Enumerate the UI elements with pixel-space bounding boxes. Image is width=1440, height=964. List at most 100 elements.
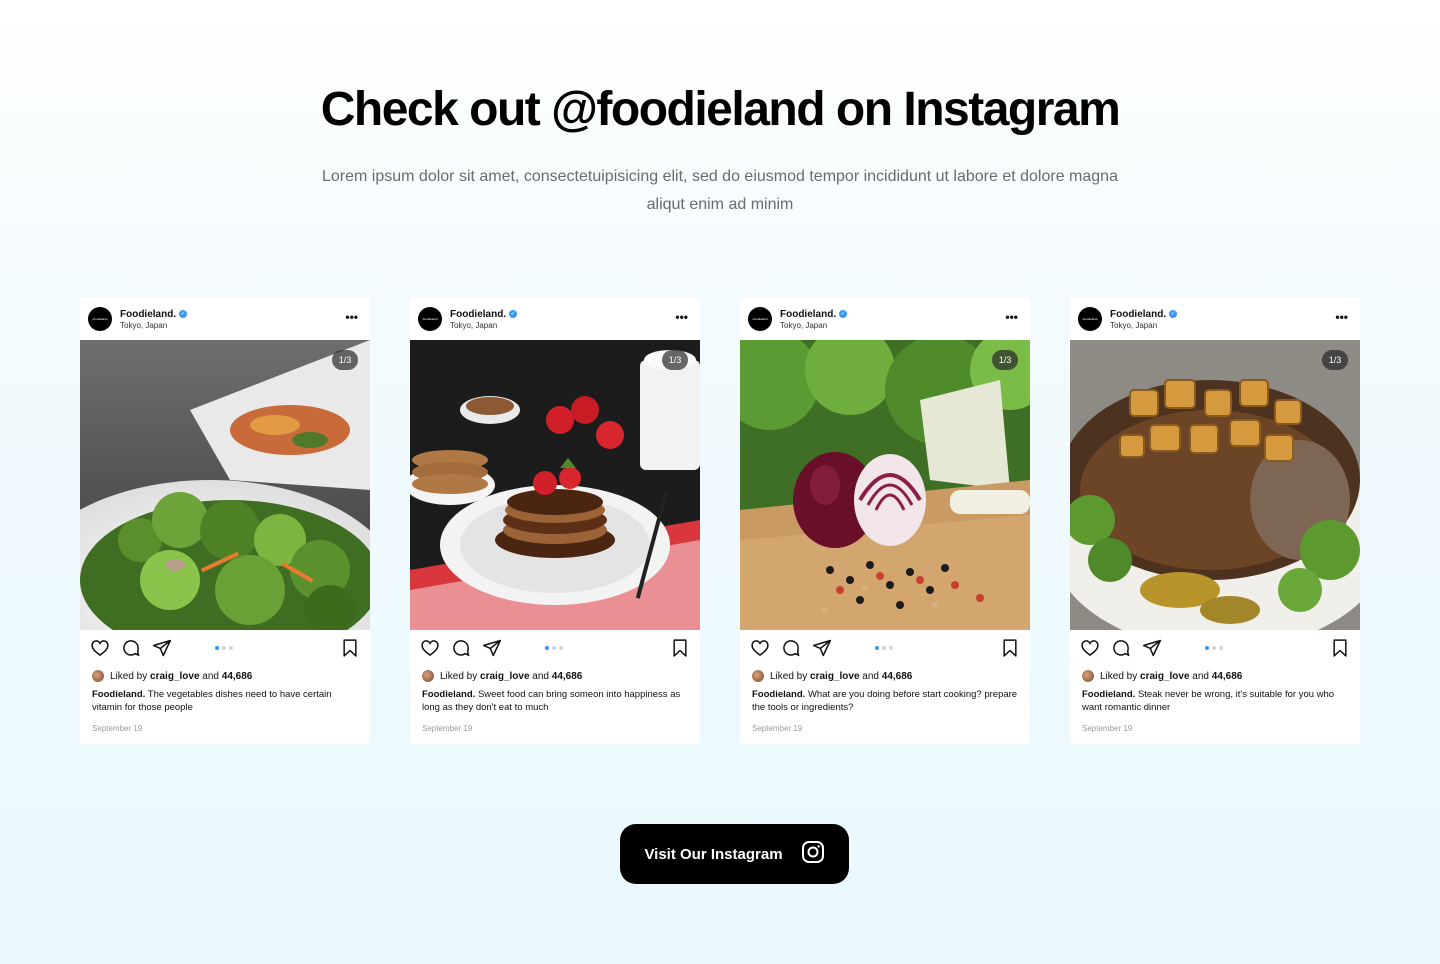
post-photo[interactable]: 1/3 [80, 340, 370, 630]
caption-user[interactable]: Foodieland. [422, 689, 475, 700]
liked-user[interactable]: craig_love [1140, 671, 1189, 682]
post-caption: Foodieland. What are you doing before st… [740, 688, 1030, 714]
visit-instagram-label: Visit Our Instagram [644, 845, 783, 863]
verified-badge-icon: ✓ [509, 310, 518, 318]
post-caption: Foodieland. Sweet food can bring someon … [410, 688, 700, 714]
likes-row: Liked by craig_love and 44,686 [80, 668, 370, 684]
location[interactable]: Tokyo, Japan [780, 321, 847, 330]
liked-and: and [202, 670, 219, 682]
instagram-post[interactable]: Foodieland Foodieland. ✓ Tokyo, Japan ••… [740, 298, 1030, 744]
liked-and: and [532, 670, 549, 682]
liked-and: and [862, 670, 879, 682]
section-subtitle: Lorem ipsum dolor sit amet, consectetuip… [322, 168, 1118, 213]
likes-text: Liked by craig_love and 44,686 [110, 671, 252, 682]
post-actions [80, 630, 370, 666]
user-info: Foodieland. ✓ Tokyo, Japan [1110, 309, 1178, 330]
liked-user[interactable]: craig_love [810, 671, 859, 682]
carousel-dot [1219, 646, 1223, 650]
like-icon[interactable] [420, 638, 440, 658]
username[interactable]: Foodieland. [1110, 309, 1166, 320]
image-counter: 1/3 [992, 350, 1018, 370]
user-info: Foodieland. ✓ Tokyo, Japan [450, 309, 518, 330]
comment-icon[interactable] [451, 638, 471, 658]
like-icon[interactable] [750, 638, 770, 658]
username-row: Foodieland. ✓ [780, 309, 848, 320]
avatar[interactable]: Foodieland [418, 307, 442, 331]
share-icon[interactable] [482, 638, 502, 658]
carousel-dots [875, 646, 893, 650]
liked-prefix: Liked by [110, 670, 148, 682]
post-date: September 19 [422, 724, 473, 733]
caption-user[interactable]: Foodieland. [752, 689, 805, 700]
liker-avatar [422, 670, 434, 682]
comment-icon[interactable] [121, 638, 141, 658]
avatar[interactable]: Foodieland [748, 307, 772, 331]
section-title: Check out @foodieland on Instagram [320, 83, 1121, 136]
instagram-feed: Foodieland Foodieland. ✓ Tokyo, Japan ••… [80, 298, 1360, 744]
user-info: Foodieland. ✓ Tokyo, Japan [120, 309, 188, 330]
location[interactable]: Tokyo, Japan [450, 321, 517, 330]
liker-avatar [752, 670, 764, 682]
username[interactable]: Foodieland. [120, 309, 176, 320]
post-photo[interactable]: 1/3 [410, 340, 700, 630]
username-row: Foodieland. ✓ [1110, 309, 1178, 320]
image-counter: 1/3 [1322, 350, 1348, 370]
carousel-dots [215, 646, 233, 650]
likes-row: Liked by craig_love and 44,686 [740, 668, 1030, 684]
liked-prefix: Liked by [770, 670, 808, 682]
liked-prefix: Liked by [440, 670, 478, 682]
like-icon[interactable] [1080, 638, 1100, 658]
carousel-dots [545, 646, 563, 650]
liked-count[interactable]: 44,686 [882, 671, 913, 682]
post-header: Foodieland Foodieland. ✓ Tokyo, Japan ••… [410, 298, 700, 340]
bookmark-icon[interactable] [1330, 638, 1350, 658]
caption-user[interactable]: Foodieland. [1082, 689, 1135, 700]
more-options-icon[interactable]: ••• [1335, 310, 1348, 324]
username[interactable]: Foodieland. [780, 309, 836, 320]
post-date: September 19 [92, 724, 143, 733]
carousel-dot-active [875, 646, 879, 650]
location[interactable]: Tokyo, Japan [120, 321, 187, 330]
avatar[interactable]: Foodieland [1078, 307, 1102, 331]
comment-icon[interactable] [781, 638, 801, 658]
liked-count[interactable]: 44,686 [552, 671, 583, 682]
bookmark-icon[interactable] [670, 638, 690, 658]
post-actions [740, 630, 1030, 666]
likes-text: Liked by craig_love and 44,686 [1100, 671, 1242, 682]
more-options-icon[interactable]: ••• [345, 310, 358, 324]
verified-badge-icon: ✓ [1169, 310, 1178, 318]
liked-user[interactable]: craig_love [480, 671, 529, 682]
liker-avatar [1082, 670, 1094, 682]
carousel-dot [889, 646, 893, 650]
username[interactable]: Foodieland. [450, 309, 506, 320]
post-date: September 19 [752, 724, 803, 733]
instagram-post[interactable]: Foodieland Foodieland. ✓ Tokyo, Japan ••… [410, 298, 700, 744]
instagram-post[interactable]: Foodieland Foodieland. ✓ Tokyo, Japan ••… [80, 298, 370, 744]
post-header: Foodieland Foodieland. ✓ Tokyo, Japan ••… [80, 298, 370, 340]
more-options-icon[interactable]: ••• [675, 310, 688, 324]
carousel-dot [882, 646, 886, 650]
liked-count[interactable]: 44,686 [1212, 671, 1243, 682]
location[interactable]: Tokyo, Japan [1110, 321, 1177, 330]
liked-count[interactable]: 44,686 [222, 671, 253, 682]
caption-user[interactable]: Foodieland. [92, 689, 145, 700]
post-caption: Foodieland. The vegetables dishes need t… [80, 688, 370, 714]
instagram-icon [801, 840, 825, 869]
comment-icon[interactable] [1111, 638, 1131, 658]
like-icon[interactable] [90, 638, 110, 658]
carousel-dot [222, 646, 226, 650]
share-icon[interactable] [812, 638, 832, 658]
liked-user[interactable]: craig_love [150, 671, 199, 682]
instagram-post[interactable]: Foodieland Foodieland. ✓ Tokyo, Japan ••… [1070, 298, 1360, 744]
visit-instagram-button[interactable]: Visit Our Instagram [620, 824, 849, 884]
share-icon[interactable] [152, 638, 172, 658]
share-icon[interactable] [1142, 638, 1162, 658]
more-options-icon[interactable]: ••• [1005, 310, 1018, 324]
bookmark-icon[interactable] [1000, 638, 1020, 658]
verified-badge-icon: ✓ [839, 310, 848, 318]
likes-row: Liked by craig_love and 44,686 [1070, 668, 1360, 684]
post-photo[interactable]: 1/3 [740, 340, 1030, 630]
post-photo[interactable]: 1/3 [1070, 340, 1360, 630]
avatar[interactable]: Foodieland [88, 307, 112, 331]
bookmark-icon[interactable] [340, 638, 360, 658]
